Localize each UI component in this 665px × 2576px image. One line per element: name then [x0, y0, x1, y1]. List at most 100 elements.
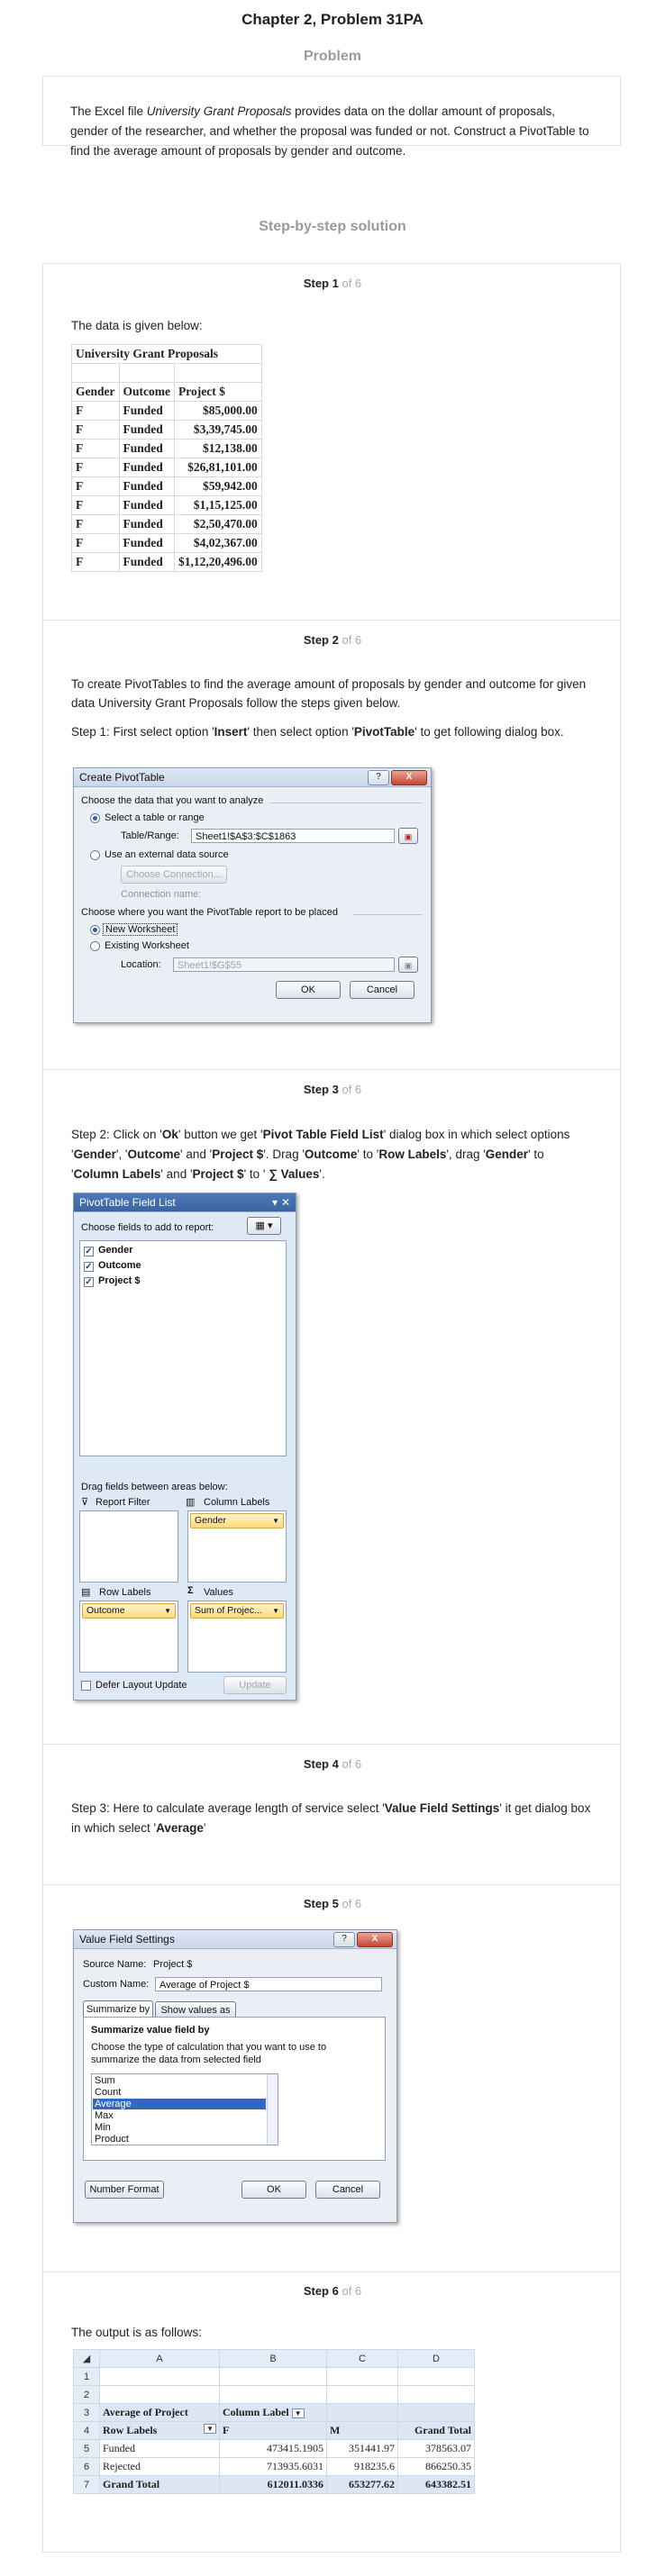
summarize-heading: Summarize value field by — [91, 2025, 210, 2036]
list-item[interactable]: Sum — [95, 2075, 115, 2086]
problem-text: The Excel file University Grant Proposal… — [70, 104, 589, 158]
help-button[interactable]: ? — [368, 770, 389, 785]
page-title: Chapter 2, Problem 31PA — [241, 11, 424, 28]
list-item[interactable]: Product — [95, 2134, 129, 2145]
row-labels-area[interactable]: Outcome ▼ — [79, 1601, 178, 1673]
column-labels-icon: ▥ — [186, 1497, 196, 1508]
location-input[interactable]: Sheet1!$G$55 — [173, 957, 395, 972]
ok-button[interactable]: OK — [276, 981, 341, 999]
select-range-label: Select a table or range — [105, 812, 205, 823]
panel-titlebar: PivotTable Field List ▾ ✕ — [74, 1193, 296, 1212]
dialog-titlebar: Value Field Settings ? X — [74, 1930, 396, 1949]
close-button[interactable]: X — [357, 1932, 393, 1947]
existing-worksheet-radio[interactable] — [90, 941, 100, 951]
field-checkbox[interactable]: ✓ — [84, 1262, 94, 1272]
table-row: F Funded $4,02,367.00 — [71, 533, 262, 553]
table-range-label: Table/Range: — [121, 830, 179, 841]
column-labels-area[interactable]: Gender ▼ — [187, 1510, 287, 1583]
cancel-button[interactable]: Cancel — [350, 981, 414, 999]
field-checkbox[interactable]: ✓ — [84, 1277, 94, 1287]
choose-connection-button[interactable]: Choose Connection... — [121, 866, 227, 884]
solution-heading: Step-by-step solution — [259, 219, 406, 234]
report-filter-area[interactable] — [79, 1510, 178, 1583]
table-title: University Grant Proposals — [71, 344, 262, 364]
step-3-text: Step 2: Click on 'Ok' button we get 'Piv… — [71, 1128, 570, 1181]
values-label: Values — [204, 1587, 233, 1598]
filter-icon: ⊽ — [81, 1497, 89, 1508]
col-header: Gender — [71, 382, 120, 402]
drag-fields-label: Drag fields between areas below: — [81, 1482, 228, 1492]
filter-dropdown-icon[interactable]: ▼ — [291, 2408, 305, 2418]
row-labels-label: Row Labels — [99, 1587, 151, 1598]
list-item-selected[interactable]: Average — [93, 2099, 266, 2109]
calculation-listbox[interactable]: Sum Count Average Max Min Product — [91, 2073, 278, 2145]
dropdown-icon[interactable]: ▾ — [272, 1193, 278, 1211]
field-checkbox[interactable]: ✓ — [84, 1247, 94, 1256]
sum-of-project-pill[interactable]: Sum of Projec... ▼ — [190, 1603, 284, 1619]
table-row: 4 Row Labels ▼ F M Grand Total — [73, 2421, 475, 2440]
tab-show-values-as[interactable]: Show values as — [155, 2001, 236, 2018]
cancel-button[interactable]: Cancel — [315, 2181, 380, 2199]
custom-name-label: Custom Name: — [83, 1979, 150, 1990]
help-button[interactable]: ? — [333, 1932, 355, 1947]
step-4-heading: Step 4 of 6 — [303, 1757, 362, 1771]
location-label: Location: — [121, 959, 161, 970]
existing-worksheet-label: Existing Worksheet — [105, 940, 189, 951]
close-button[interactable]: X — [391, 770, 427, 785]
range-picker-icon[interactable]: ▣ — [398, 828, 418, 844]
col-header[interactable]: C — [326, 2349, 398, 2368]
external-source-radio[interactable] — [90, 850, 100, 860]
table-row: F Funded $2,50,470.00 — [71, 514, 262, 534]
problem-card: The Excel file University Grant Proposal… — [42, 76, 621, 158]
number-format-button[interactable]: Number Format — [85, 2181, 164, 2199]
col-header: Outcome — [118, 382, 175, 402]
ok-button[interactable]: OK — [241, 2181, 306, 2199]
select-range-radio[interactable] — [90, 813, 100, 823]
list-item[interactable]: Min — [95, 2122, 111, 2133]
col-header: Project $ — [173, 382, 262, 402]
problem-heading: Problem — [303, 49, 361, 64]
col-header[interactable]: A — [99, 2349, 220, 2368]
step-divider — [42, 1744, 621, 1745]
step-3-heading: Step 3 of 6 — [303, 1083, 362, 1096]
step-divider — [42, 1884, 621, 1885]
scrollbar[interactable] — [267, 2074, 278, 2145]
update-button[interactable]: Update — [223, 1676, 287, 1694]
field-label: Project $ — [98, 1275, 141, 1286]
list-item[interactable]: Max — [95, 2110, 114, 2121]
new-worksheet-radio[interactable] — [90, 925, 100, 935]
table-row: 3 Average of Project Column Label ▼ — [73, 2403, 475, 2422]
section-label: Choose where you want the PivotTable rep… — [81, 907, 338, 918]
step-divider — [42, 1069, 621, 1070]
table-row: F Funded $26,81,101.00 — [71, 458, 262, 477]
field-list: ✓ Gender ✓ Outcome ✓ Project $ — [79, 1240, 287, 1456]
close-icon[interactable]: ✕ — [281, 1193, 290, 1211]
table-row: F Funded $85,000.00 — [71, 401, 262, 421]
values-area[interactable]: Sum of Projec... ▼ — [187, 1601, 287, 1673]
field-label: Gender — [98, 1245, 133, 1256]
table-row: F Funded $3,39,745.00 — [71, 420, 262, 440]
defer-layout-checkbox[interactable] — [81, 1681, 91, 1691]
location-picker-icon[interactable]: ▣ — [398, 957, 418, 973]
table-range-input[interactable]: Sheet1!$A$3:$C$1863 — [191, 829, 395, 843]
select-all-corner[interactable]: ◢ — [73, 2349, 100, 2368]
filter-dropdown-icon[interactable]: ▼ — [204, 2424, 216, 2434]
tab-summarize-by[interactable]: Summarize by — [83, 2000, 153, 2018]
step-2-text-2: Step 1: First select option 'Insert' the… — [71, 725, 564, 739]
col-header[interactable]: D — [397, 2349, 475, 2368]
outcome-pill[interactable]: Outcome ▼ — [82, 1603, 176, 1619]
col-header[interactable]: B — [219, 2349, 327, 2368]
step-5-heading: Step 5 of 6 — [303, 1897, 362, 1910]
table-row: 5 Funded 473415.1905 351441.97 378563.07 — [73, 2439, 475, 2458]
section-label: Choose the data that you want to analyze — [81, 795, 264, 806]
step-2-heading: Step 2 of 6 — [303, 633, 362, 647]
gender-pill[interactable]: Gender ▼ — [190, 1513, 284, 1528]
layout-options-button[interactable]: ▦ ▾ — [247, 1217, 281, 1235]
custom-name-input[interactable]: Average of Project $ — [155, 1977, 382, 1991]
list-item[interactable]: Count — [95, 2087, 121, 2098]
dialog-titlebar: Create PivotTable ? X — [74, 768, 431, 787]
sigma-icon: Σ — [187, 1585, 194, 1596]
tab-panel: Summarize value field by Choose the type… — [83, 2017, 386, 2161]
table-row: F Funded $1,12,20,496.00 — [71, 552, 262, 572]
table-row: F Funded $12,138.00 — [71, 439, 262, 458]
